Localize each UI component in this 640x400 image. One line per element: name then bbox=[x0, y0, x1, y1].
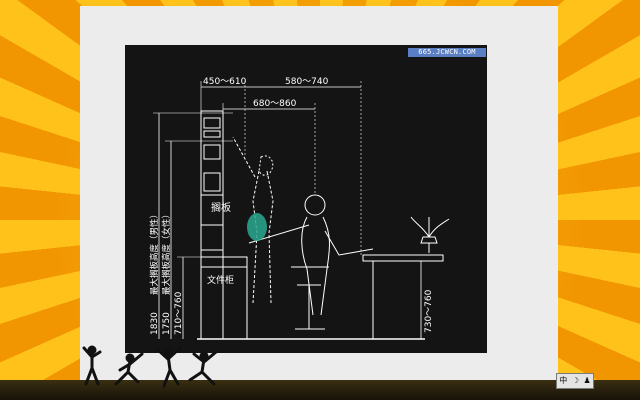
dim-label-580-740: 580～740 bbox=[285, 77, 329, 87]
ime-language[interactable]: 中 bbox=[559, 374, 567, 388]
seated-person-head bbox=[304, 194, 326, 216]
teal-highlight bbox=[247, 213, 267, 241]
shelf-label: 搁板 bbox=[211, 201, 231, 214]
dim-label-450-610: 450～610 bbox=[203, 77, 247, 87]
caption-female: 最大搁板高度（女性） bbox=[161, 210, 172, 295]
desk-top bbox=[362, 254, 444, 262]
cabinet-label: 文件柜 bbox=[207, 274, 234, 286]
seated-person-arm-desk bbox=[324, 230, 374, 256]
shelf-item bbox=[203, 130, 221, 138]
plant-leaves bbox=[410, 216, 450, 238]
person-icon[interactable]: ♟ bbox=[584, 374, 591, 388]
shelf-item bbox=[203, 117, 221, 129]
dim-label-680-860: 680～860 bbox=[253, 99, 297, 109]
plant-pot bbox=[420, 236, 438, 253]
dim-label-1750: 1750 bbox=[162, 312, 172, 335]
caption-male: 最大搁板高度（男性） bbox=[149, 210, 160, 295]
shelf-item bbox=[203, 144, 221, 160]
standing-person-arm bbox=[232, 136, 256, 178]
moon-icon[interactable]: ☽ bbox=[572, 374, 579, 388]
standing-person-head bbox=[258, 155, 274, 176]
dim-label-710-760: 710～760 bbox=[174, 291, 184, 335]
dim-label-730-760: 730～760 bbox=[424, 289, 434, 333]
diagram-drawing: 450～610 580～740 680～860 搁板 文件柜 1830 最大搁板… bbox=[149, 77, 450, 340]
ime-indicator[interactable]: 中 ☽ ♟ bbox=[556, 373, 594, 389]
shelf-item bbox=[203, 172, 221, 192]
dancers-silhouette-icon bbox=[82, 345, 218, 388]
dim-label-1830: 1830 bbox=[150, 312, 160, 335]
ergonomic-shelf-diagram: 450～610 580～740 680～860 搁板 文件柜 1830 最大搁板… bbox=[125, 45, 487, 353]
watermark-badge: 665.JCWCN.COM bbox=[408, 48, 486, 57]
file-cabinet bbox=[200, 256, 248, 340]
